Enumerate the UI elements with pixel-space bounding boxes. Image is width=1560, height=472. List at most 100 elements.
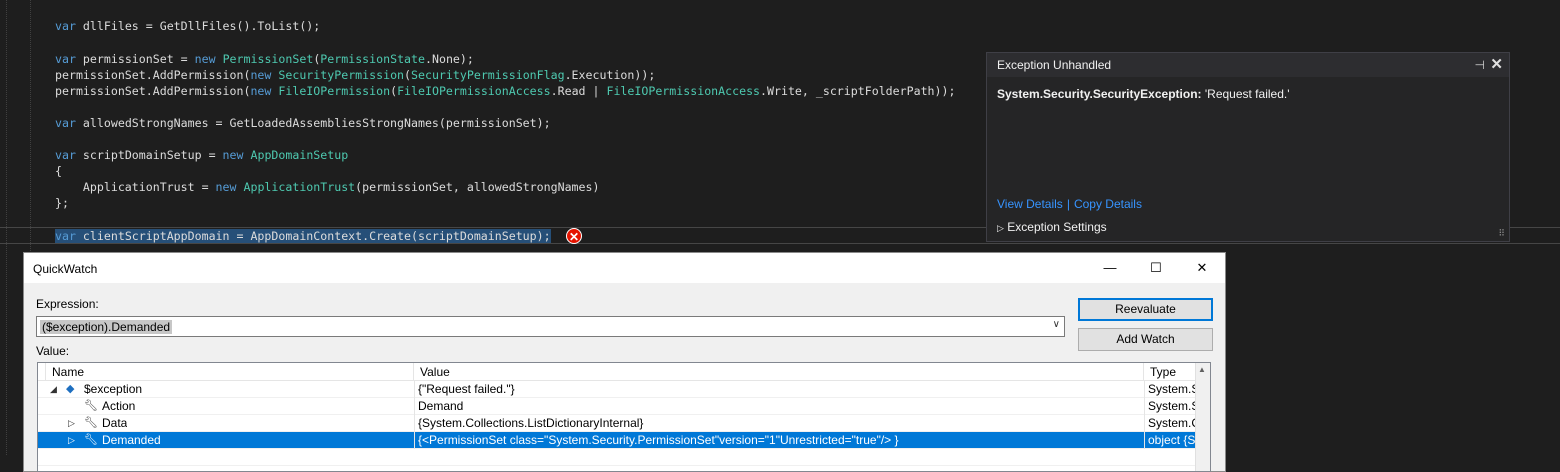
code-text: ( xyxy=(404,68,412,82)
row-name: Action xyxy=(102,399,136,413)
type-name: SecurityPermissionFlag xyxy=(411,68,565,82)
table-row-selected[interactable]: ▷ 🔧︎ Demanded {<PermissionSet class="Sys… xyxy=(38,432,1210,449)
expression-combobox[interactable]: ($exception).Demanded ∨ xyxy=(36,316,1065,337)
expand-arrow-icon[interactable]: ▷ xyxy=(68,415,75,432)
code-text: permissionSet = xyxy=(75,52,195,66)
exception-settings-expander[interactable]: ▷ Exception Settings xyxy=(997,220,1107,234)
link-separator: | xyxy=(1066,197,1070,211)
minimize-icon[interactable]: — xyxy=(1087,253,1133,283)
wrench-icon: 🔧︎ xyxy=(84,434,98,446)
exception-links: View Details | Copy Details xyxy=(997,197,1142,211)
wrench-icon: 🔧︎ xyxy=(84,400,98,412)
code-text: dllFiles = GetDllFiles().ToList(); xyxy=(75,19,321,33)
table-row[interactable] xyxy=(38,449,1210,466)
code-line[interactable]: var scriptDomainSetup = new AppDomainSet… xyxy=(55,147,348,163)
expression-input[interactable]: ($exception).Demanded xyxy=(40,320,173,334)
type-name: ApplicationTrust xyxy=(243,180,356,194)
add-watch-button[interactable]: Add Watch xyxy=(1078,328,1213,351)
row-value: Demand xyxy=(414,398,1148,415)
code-text: .None); xyxy=(425,52,474,66)
code-line[interactable]: var allowedStrongNames = GetLoadedAssemb… xyxy=(55,115,551,131)
keyword: new xyxy=(250,68,272,82)
chevron-down-icon[interactable]: ∨ xyxy=(1053,319,1060,330)
table-row[interactable]: ◢ ◆ $exception {"Request failed."} Syste… xyxy=(38,381,1210,398)
table-row[interactable]: ▷ 🔧︎ Data {System.Collections.ListDictio… xyxy=(38,415,1210,432)
error-icon[interactable]: ✕ xyxy=(566,228,582,244)
type-name: FileIOPermissionAccess xyxy=(397,84,551,98)
code-text: .Read | xyxy=(550,84,607,98)
code-text: ApplicationTrust = xyxy=(55,180,216,194)
wrench-icon: 🔧︎ xyxy=(84,417,98,429)
type-name: FileIOPermissionAccess xyxy=(606,84,761,98)
row-value: {"Request failed."} xyxy=(414,381,1148,398)
exception-settings-label: Exception Settings xyxy=(1007,220,1107,234)
code-line[interactable]: var dllFiles = GetDllFiles().ToList(); xyxy=(55,18,320,34)
value-label: Value: xyxy=(36,344,70,358)
reevaluate-button[interactable]: Reevaluate xyxy=(1078,298,1213,321)
code-text: allowedStrongNames = GetLoadedAssemblies… xyxy=(75,116,551,130)
code-text: permissionSet.AddPermission( xyxy=(55,68,251,82)
row-header-column xyxy=(38,363,46,381)
view-details-link[interactable]: View Details xyxy=(997,197,1063,211)
code-line[interactable]: var permissionSet = new PermissionSet(Pe… xyxy=(55,51,474,67)
expand-arrow-icon[interactable]: ▷ xyxy=(68,432,75,449)
exception-helper-popup: Exception Unhandled ⊣ ✕ System.Security.… xyxy=(986,52,1510,242)
scroll-up-icon[interactable]: ▲ xyxy=(1198,365,1206,374)
code-text: .Execution)); xyxy=(564,68,656,82)
close-icon[interactable]: ✕ xyxy=(1179,253,1225,283)
column-header-name[interactable]: Name xyxy=(46,363,414,381)
keyword: var xyxy=(55,116,76,130)
type-name: PermissionState xyxy=(320,52,425,66)
keyword: var xyxy=(55,19,76,33)
resize-grip-icon[interactable]: ⠿ xyxy=(1498,228,1505,239)
keyword: new xyxy=(215,180,237,194)
watch-grid[interactable]: Name Value Type ◢ ◆ $exception {"Request… xyxy=(37,362,1211,472)
keyword: var xyxy=(55,148,76,162)
row-value: {<PermissionSet class="System.Security.P… xyxy=(414,432,1148,449)
exception-message: System.Security.SecurityException: 'Requ… xyxy=(997,87,1290,101)
code-text: permissionSet.AddPermission( xyxy=(55,84,251,98)
code-text: { xyxy=(55,164,62,178)
code-line[interactable]: }; xyxy=(55,195,69,211)
code-text: scriptDomainSetup = xyxy=(75,148,223,162)
keyword: var xyxy=(55,229,76,243)
keyword: var xyxy=(55,52,76,66)
code-line[interactable]: permissionSet.AddPermission(new FileIOPe… xyxy=(55,83,955,99)
exception-message-text: 'Request failed.' xyxy=(1201,87,1290,101)
code-text: .Write, _scriptFolderPath)); xyxy=(760,84,956,98)
close-icon[interactable]: ✕ xyxy=(1490,53,1503,77)
exception-type: System.Security.SecurityException: xyxy=(997,87,1202,101)
type-name: SecurityPermission xyxy=(278,68,405,82)
exception-object-icon: ◆ xyxy=(66,383,75,395)
collapse-arrow-icon[interactable]: ◢ xyxy=(50,381,57,398)
row-name: $exception xyxy=(84,382,143,396)
quickwatch-dialog: QuickWatch — ☐ ✕ Expression: ($exception… xyxy=(23,252,1226,472)
row-value: {System.Collections.ListDictionaryIntern… xyxy=(414,415,1148,432)
type-name: PermissionSet xyxy=(222,52,314,66)
keyword: new xyxy=(194,52,216,66)
code-line[interactable]: ApplicationTrust = new ApplicationTrust(… xyxy=(55,179,600,195)
keyword: new xyxy=(222,148,244,162)
row-name: Data xyxy=(102,416,128,430)
type-name: AppDomainSetup xyxy=(250,148,349,162)
code-text: }; xyxy=(55,196,69,210)
column-header-value[interactable]: Value xyxy=(414,363,1144,381)
type-name: FileIOPermission xyxy=(278,84,391,98)
dialog-title: QuickWatch xyxy=(33,262,98,276)
code-text: ( xyxy=(390,84,398,98)
table-row[interactable]: 🔧︎ Action Demand System.S xyxy=(38,398,1210,415)
copy-details-link[interactable]: Copy Details xyxy=(1074,197,1142,211)
exception-title: Exception Unhandled xyxy=(997,58,1112,72)
expression-label: Expression: xyxy=(36,297,99,311)
pin-icon[interactable]: ⊣ xyxy=(1475,53,1485,77)
keyword: new xyxy=(250,84,272,98)
code-line[interactable]: { xyxy=(55,163,62,179)
code-line-current[interactable]: var clientScriptAppDomain = AppDomainCon… xyxy=(55,228,551,244)
maximize-icon[interactable]: ☐ xyxy=(1133,253,1179,283)
expand-arrow-icon: ▷ xyxy=(997,223,1004,233)
code-text: (permissionSet, allowedStrongNames) xyxy=(355,180,600,194)
row-name: Demanded xyxy=(102,433,161,447)
code-line[interactable]: permissionSet.AddPermission(new Security… xyxy=(55,67,655,83)
code-text: clientScriptAppDomain = AppDomainContext… xyxy=(75,229,551,243)
